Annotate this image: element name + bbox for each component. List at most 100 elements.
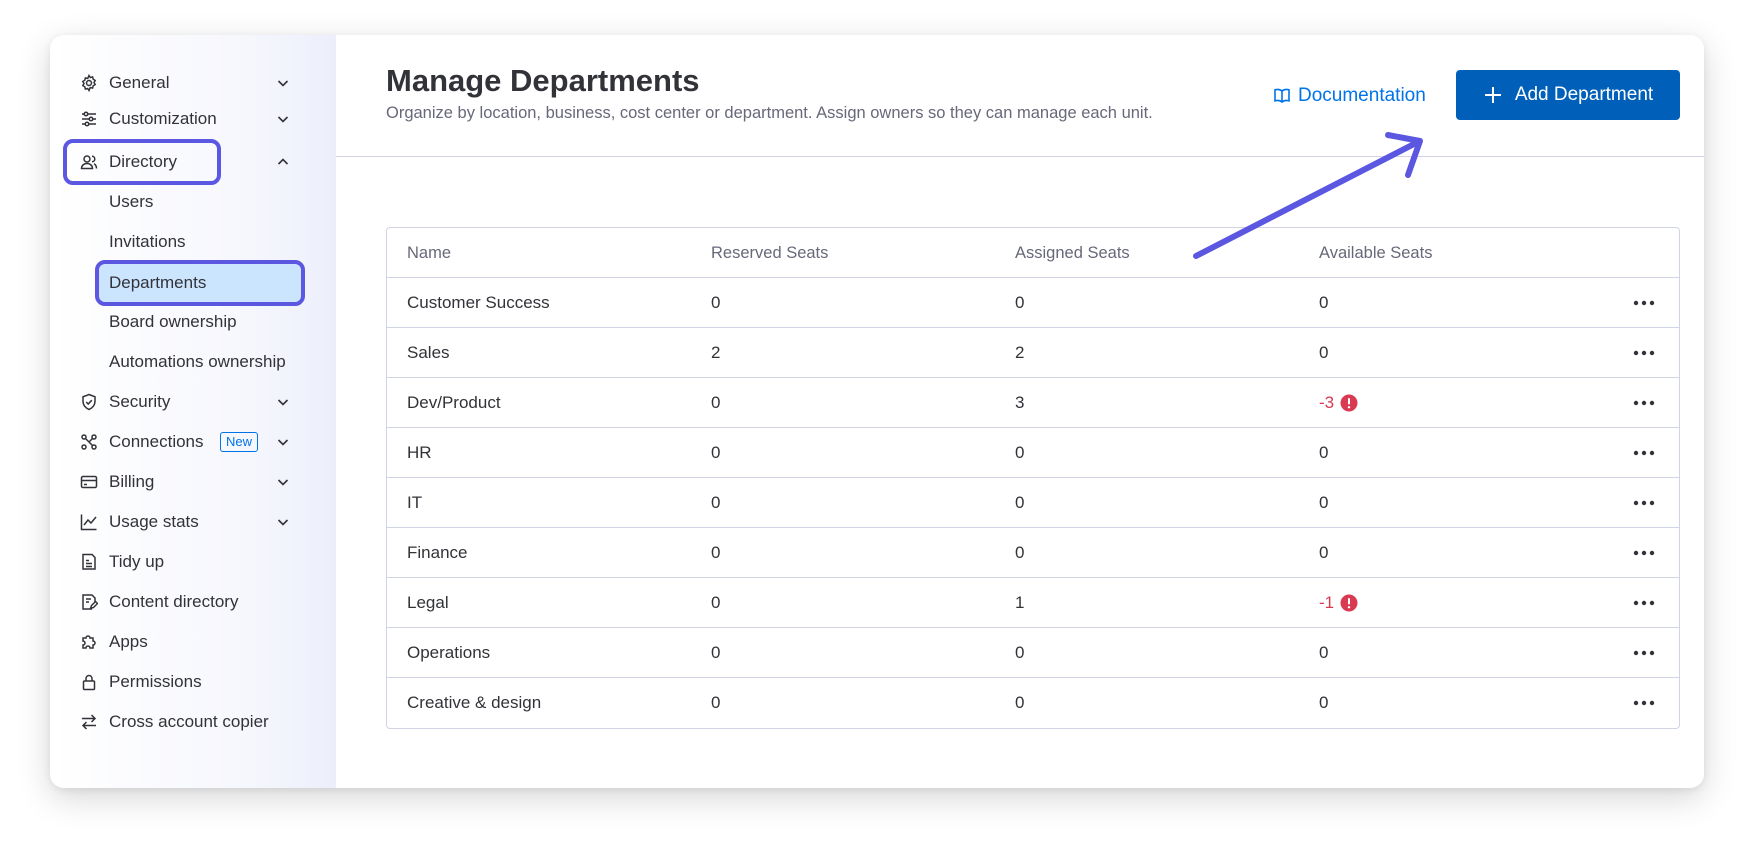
table-row[interactable]: Creative & design 0 0 0 — [387, 678, 1679, 728]
more-options-button[interactable] — [1631, 594, 1657, 612]
sidebar-item-billing[interactable]: Billing — [50, 464, 336, 500]
assigned-seats-value: 0 — [1015, 693, 1025, 712]
sidebar-item-label: Customization — [109, 109, 217, 128]
assigned-seats-value: 0 — [1015, 293, 1025, 312]
more-options-button[interactable] — [1631, 544, 1657, 562]
table-row[interactable]: Finance 0 0 0 — [387, 528, 1679, 578]
credit-card-icon — [80, 473, 98, 491]
alert-icon — [1340, 394, 1358, 412]
more-options-button[interactable] — [1631, 694, 1657, 712]
more-dots-icon — [1633, 650, 1655, 656]
sidebar-item-general[interactable]: General — [50, 65, 336, 101]
available-seats-value: 0 — [1319, 543, 1329, 562]
sidebar-item-usage-stats[interactable]: Usage stats — [50, 504, 336, 540]
table-row[interactable]: Legal 0 1 -1 — [387, 578, 1679, 628]
assigned-seats-value: 0 — [1015, 543, 1025, 562]
available-seats-value: 0 — [1319, 443, 1329, 462]
document-icon — [80, 593, 98, 611]
reserved-seats-value: 0 — [711, 693, 721, 712]
header-divider — [336, 156, 1704, 157]
sidebar-item-customization[interactable]: Customization — [50, 101, 336, 137]
sidebar-item-directory[interactable]: Directory — [50, 144, 336, 180]
sidebar-item-tidy-up[interactable]: Tidy up — [50, 544, 336, 580]
sidebar-item-label: Directory — [109, 152, 178, 171]
more-options-button[interactable] — [1631, 644, 1657, 662]
connections-icon — [80, 433, 98, 451]
column-header-assigned-seats[interactable]: Assigned Seats — [1015, 228, 1130, 278]
department-name: Customer Success — [407, 293, 550, 312]
reserved-seats-value: 0 — [711, 543, 721, 562]
more-options-button[interactable] — [1631, 444, 1657, 462]
page-subtitle: Organize by location, business, cost cen… — [386, 104, 1153, 122]
table-row[interactable]: Operations 0 0 0 — [387, 628, 1679, 678]
chart-icon — [80, 513, 98, 531]
sidebar-item-label: Cross account copier — [109, 712, 269, 731]
reserved-seats-value: 0 — [711, 643, 721, 662]
sidebar-item-label: Content directory — [109, 592, 239, 611]
users-icon — [80, 153, 98, 171]
more-options-button[interactable] — [1631, 344, 1657, 362]
reserved-seats-value: 0 — [711, 493, 721, 512]
sidebar-item-cross-account-copier[interactable]: Cross account copier — [50, 704, 336, 740]
documentation-link[interactable]: Documentation — [1273, 81, 1426, 111]
department-name: Dev/Product — [407, 393, 501, 412]
table-row[interactable]: IT 0 0 0 — [387, 478, 1679, 528]
sidebar-item-apps[interactable]: Apps — [50, 624, 336, 660]
available-seats-value: 0 — [1319, 343, 1329, 362]
more-dots-icon — [1633, 450, 1655, 456]
table-row[interactable]: Sales 2 2 0 — [387, 328, 1679, 378]
sidebar-subitem-invitations[interactable]: Invitations — [109, 224, 186, 260]
more-dots-icon — [1633, 350, 1655, 356]
sidebar-subitem-users[interactable]: Users — [109, 184, 153, 220]
page-title: Manage Departments — [386, 63, 700, 98]
column-header-name[interactable]: Name — [407, 228, 451, 278]
new-badge: New — [220, 432, 259, 452]
available-seats-value: -1 — [1319, 578, 1358, 628]
table-row[interactable]: Dev/Product 0 3 -3 — [387, 378, 1679, 428]
table-row[interactable]: Customer Success 0 0 0 — [387, 278, 1679, 328]
assigned-seats-value: 0 — [1015, 443, 1025, 462]
sidebar-item-label: Permissions — [109, 672, 202, 691]
admin-window: General Customization Directory Users In… — [50, 35, 1704, 788]
column-header-available-seats[interactable]: Available Seats — [1319, 228, 1432, 278]
department-name: Sales — [407, 343, 450, 362]
chevron-up-icon — [276, 155, 290, 169]
assigned-seats-value: 0 — [1015, 643, 1025, 662]
more-dots-icon — [1633, 600, 1655, 606]
sidebar-item-label: Tidy up — [109, 552, 165, 571]
add-department-button[interactable]: Add Department — [1456, 70, 1680, 120]
departments-table: Name Reserved Seats Assigned Seats Avail… — [386, 227, 1680, 729]
chevron-down-icon — [276, 76, 290, 90]
sidebar-item-permissions[interactable]: Permissions — [50, 664, 336, 700]
chevron-down-icon — [276, 112, 290, 126]
more-options-button[interactable] — [1631, 294, 1657, 312]
available-seats-number: -3 — [1319, 393, 1335, 412]
sidebar: General Customization Directory Users In… — [50, 35, 336, 788]
swap-icon — [80, 713, 98, 731]
assigned-seats-value: 0 — [1015, 493, 1025, 512]
chevron-down-icon — [276, 395, 290, 409]
department-name: Legal — [407, 593, 449, 612]
more-options-button[interactable] — [1631, 494, 1657, 512]
department-name: Creative & design — [407, 693, 542, 712]
sidebar-subitem-automations-ownership[interactable]: Automations ownership — [109, 344, 286, 380]
sidebar-item-connections[interactable]: Connections New — [50, 424, 336, 460]
table-row[interactable]: HR 0 0 0 — [387, 428, 1679, 478]
more-dots-icon — [1633, 300, 1655, 306]
more-dots-icon — [1633, 700, 1655, 706]
documentation-label: Documentation — [1298, 85, 1426, 106]
sidebar-subitem-departments[interactable]: Departments — [109, 265, 206, 301]
column-header-reserved-seats[interactable]: Reserved Seats — [711, 228, 828, 278]
reserved-seats-value: 0 — [711, 293, 721, 312]
available-seats-value: 0 — [1319, 643, 1329, 662]
sidebar-item-label: Apps — [109, 632, 148, 651]
sidebar-item-security[interactable]: Security — [50, 384, 336, 420]
add-department-label: Add Department — [1514, 84, 1654, 105]
plus-icon — [1484, 87, 1501, 103]
sidebar-item-content-directory[interactable]: Content directory — [50, 584, 336, 620]
more-dots-icon — [1633, 550, 1655, 556]
table-header-row: Name Reserved Seats Assigned Seats Avail… — [387, 228, 1679, 278]
available-seats-value: 0 — [1319, 293, 1329, 312]
more-options-button[interactable] — [1631, 394, 1657, 412]
sidebar-subitem-board-ownership[interactable]: Board ownership — [109, 304, 237, 340]
